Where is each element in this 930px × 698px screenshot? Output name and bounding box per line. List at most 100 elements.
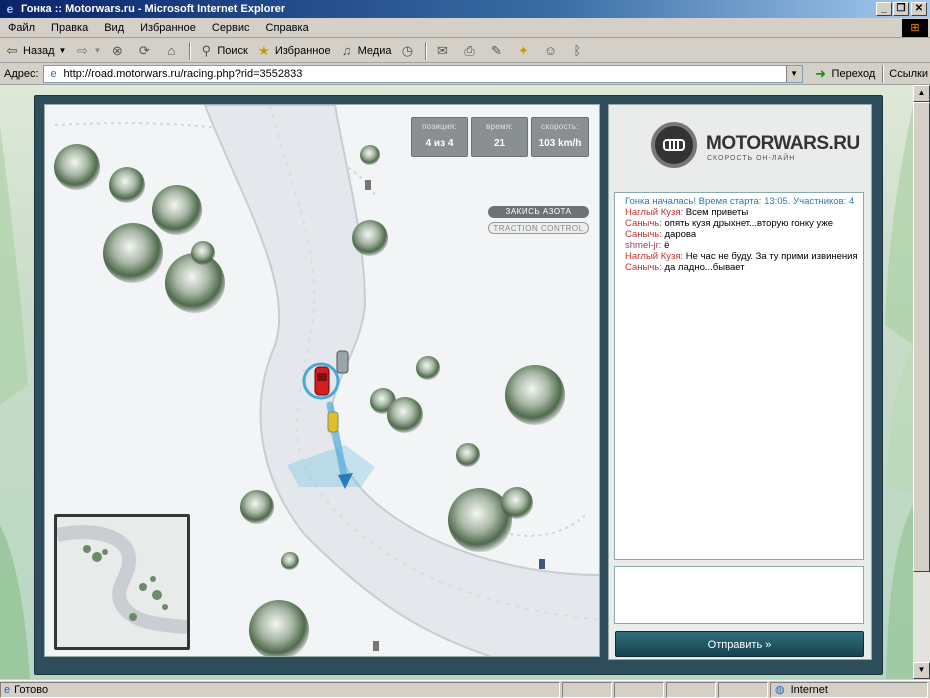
- hud-position-value: 4 из 4: [425, 138, 454, 149]
- status-cell: [614, 681, 664, 698]
- print-button[interactable]: ⎙: [457, 40, 484, 62]
- search-label: Поиск: [217, 44, 248, 57]
- address-field[interactable]: e http://road.motorwars.ru/racing.php?ri…: [42, 64, 803, 83]
- page-done-icon: e: [4, 683, 11, 696]
- send-button[interactable]: Отправить »: [615, 631, 864, 657]
- hud-position-label: позиция:: [422, 122, 457, 131]
- chat-input[interactable]: [614, 566, 864, 624]
- chat-nick[interactable]: Санычь:: [625, 229, 662, 240]
- mail-icon: ✉: [437, 42, 448, 58]
- refresh-button[interactable]: ⟳: [132, 40, 159, 62]
- forward-button[interactable]: ⇨ ▼: [70, 40, 105, 62]
- chat-log: Гонка началась! Время старта: 13:05. Уча…: [614, 192, 864, 560]
- window-title-bar: e Гонка :: Motorwars.ru - Microsoft Inte…: [0, 0, 930, 18]
- go-button[interactable]: ➜ Переход: [809, 63, 880, 85]
- media-label: Медиа: [357, 44, 392, 57]
- logo-subtitle: СКОРОСТЬ ОН-ЛАЙН: [707, 155, 796, 162]
- chat-text: ё: [664, 240, 670, 251]
- page-icon: e: [50, 67, 57, 80]
- stop-button[interactable]: ⊗: [105, 40, 132, 62]
- scroll-up-icon[interactable]: ▲: [913, 85, 930, 102]
- menu-tools[interactable]: Сервис: [204, 22, 258, 34]
- status-cell: [666, 681, 716, 698]
- chat-text: Всем приветы: [685, 207, 749, 218]
- scroll-down-icon[interactable]: ▼: [913, 662, 930, 679]
- chat-nick[interactable]: Наглый Кузя:: [625, 251, 683, 262]
- discuss-icon: ✦: [518, 42, 529, 58]
- media-button[interactable]: ♫ Медиа: [335, 40, 396, 62]
- status-bar: e Готово ◍ Internet: [0, 680, 930, 698]
- toolbar-separator: [189, 41, 192, 60]
- home-button[interactable]: ⌂: [159, 40, 186, 62]
- favorites-icon: ★: [258, 42, 270, 58]
- window-title: Гонка :: Motorwars.ru - Microsoft Intern…: [21, 3, 286, 15]
- chat-message: Наглый Кузя: Не час не буду. За ту прими…: [625, 251, 860, 262]
- chat-message: Санычь: да ладно...бывает: [625, 262, 860, 273]
- hud-speed: скорость: 103 km/h: [531, 117, 589, 157]
- close-button[interactable]: ✕: [911, 2, 927, 16]
- home-icon: ⌂: [167, 42, 176, 58]
- chat-nick[interactable]: Санычь:: [625, 218, 662, 229]
- search-icon: ⚲: [201, 42, 212, 58]
- globe-icon: ◍: [775, 684, 785, 696]
- forward-arrow-icon: ⇨: [77, 42, 88, 58]
- maximize-button[interactable]: ❐: [893, 2, 909, 16]
- history-button[interactable]: ◷: [395, 40, 422, 62]
- chat-text: да ладно...бывает: [664, 262, 745, 273]
- discuss-button[interactable]: ✦: [511, 40, 538, 62]
- hud-speed-label: скорость:: [541, 122, 579, 131]
- chat-message: Наглый Кузя: Всем приветы: [625, 207, 860, 218]
- minimap: [54, 514, 190, 650]
- bluetooth-button[interactable]: ᛒ: [565, 40, 592, 62]
- history-icon: ◷: [401, 42, 414, 58]
- minimap-track: [57, 525, 187, 634]
- favorites-label: Избранное: [274, 44, 331, 57]
- address-label: Адрес:: [4, 67, 39, 80]
- chat-nick[interactable]: shmel-jr:: [625, 240, 661, 251]
- security-zone: Internet: [790, 683, 828, 696]
- back-label: Назад: [23, 44, 55, 57]
- address-bar: Адрес: e http://road.motorwars.ru/racing…: [0, 63, 930, 85]
- menu-help[interactable]: Справка: [258, 22, 317, 34]
- hud-time: время: 21: [471, 117, 528, 157]
- menu-view[interactable]: Вид: [96, 22, 132, 34]
- hud-time-value: 21: [493, 138, 506, 149]
- back-dropdown-icon[interactable]: ▼: [59, 46, 67, 55]
- chat-message: Санычь: дарова: [625, 229, 860, 240]
- stop-icon: ⊗: [111, 42, 123, 58]
- menu-file[interactable]: Файл: [0, 22, 43, 34]
- search-button[interactable]: ⚲ Поиск: [194, 40, 251, 62]
- chat-text: опять кузя дрыхнет...вторую гонку уже: [664, 218, 834, 229]
- chat-nick[interactable]: Наглый Кузя:: [625, 207, 683, 218]
- status-cell: [562, 681, 612, 698]
- menu-favorites[interactable]: Избранное: [132, 22, 204, 34]
- back-button[interactable]: ⇦ Назад ▼: [0, 40, 70, 62]
- edit-icon: ✎: [491, 42, 502, 58]
- security-zone-cell: ◍ Internet: [770, 681, 928, 698]
- edit-button[interactable]: ✎: [484, 40, 511, 62]
- back-arrow-icon: ⇦: [6, 42, 18, 58]
- mail-button[interactable]: ✉: [430, 40, 457, 62]
- motorwars-logo-icon: [651, 122, 697, 168]
- print-icon: ⎙: [464, 42, 475, 58]
- messenger-button[interactable]: ☺: [538, 40, 565, 62]
- minimize-button[interactable]: _: [876, 2, 892, 16]
- address-dropdown-icon[interactable]: ▼: [785, 65, 802, 82]
- chat-text: Не час не буду. За ту прими извинения: [685, 251, 858, 262]
- go-arrow-icon: ➜: [815, 65, 826, 81]
- menu-edit[interactable]: Правка: [43, 22, 96, 34]
- vertical-scrollbar[interactable]: ▲ ▼: [913, 85, 930, 679]
- favorites-button[interactable]: ★ Избранное: [252, 40, 335, 62]
- links-label[interactable]: Ссылки: [887, 68, 928, 80]
- forward-dropdown-icon[interactable]: ▼: [93, 46, 101, 55]
- scroll-thumb[interactable]: [913, 102, 930, 572]
- status-text-cell: e Готово: [0, 681, 560, 698]
- refresh-icon: ⟳: [138, 42, 150, 58]
- chat-system-message: Гонка началась! Время старта: 13:05. Уча…: [625, 196, 855, 207]
- toolbar-separator: [425, 41, 428, 60]
- ie-icon: e: [6, 2, 14, 16]
- nitro-button[interactable]: ЗАКИСЬ АЗОТА: [488, 206, 589, 218]
- chat-nick[interactable]: Санычь:: [625, 262, 662, 273]
- traction-control-button[interactable]: TRACTION CONTROL: [488, 222, 589, 234]
- address-url[interactable]: http://road.motorwars.ru/racing.php?rid=…: [64, 68, 303, 80]
